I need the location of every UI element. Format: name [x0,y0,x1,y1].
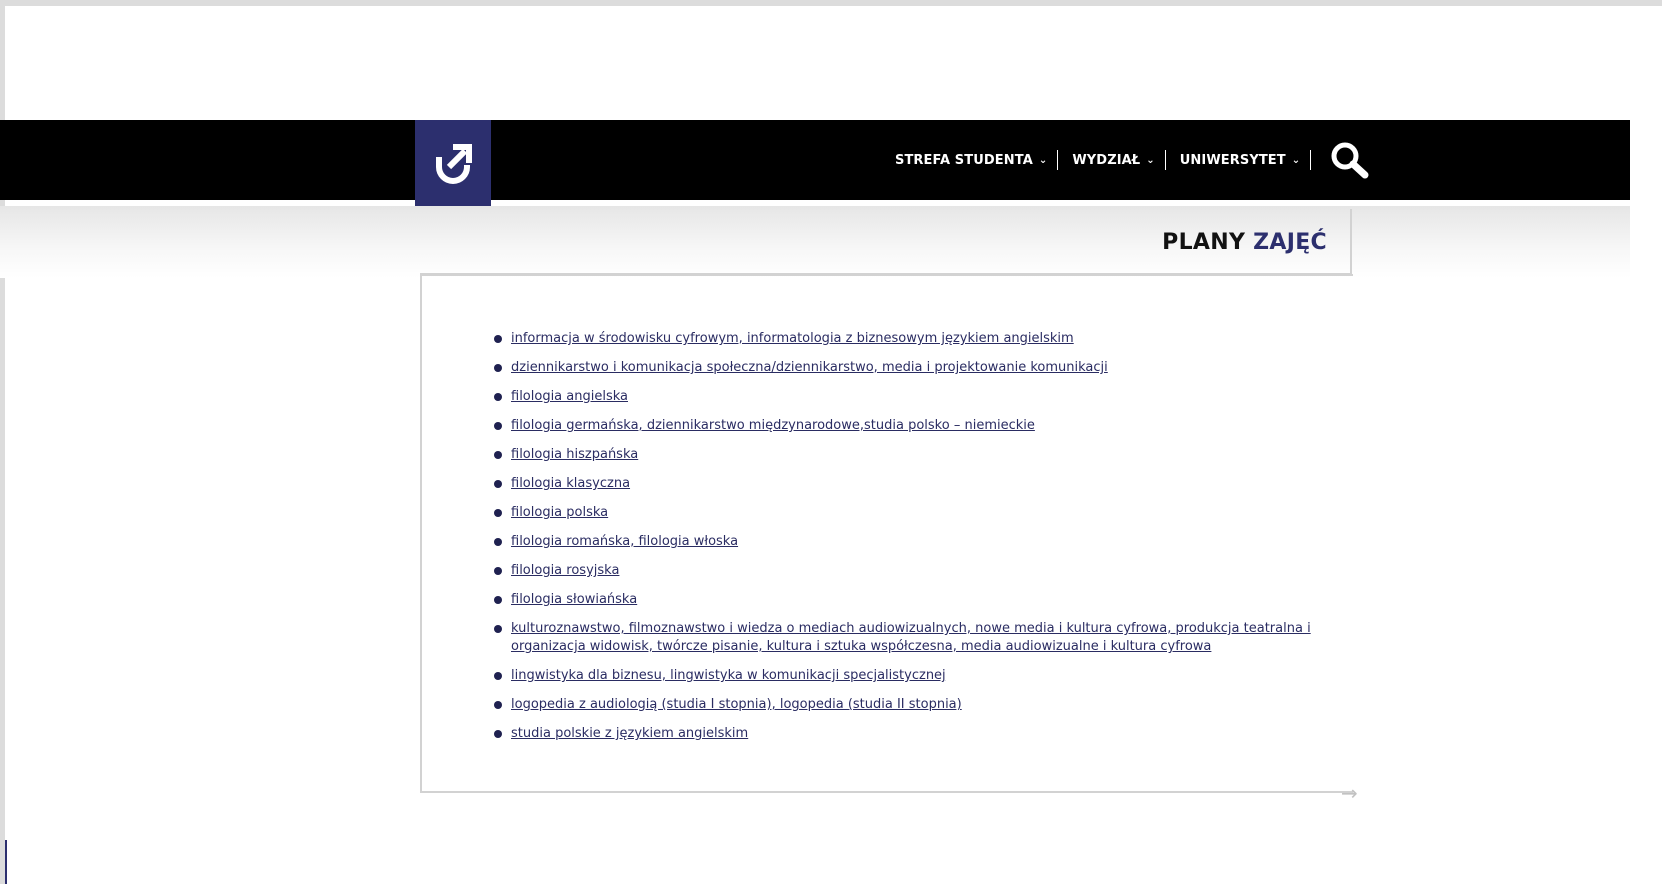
search-button[interactable] [1329,140,1371,180]
page-title: PLANY ZAJĘĆ [1162,230,1327,255]
list-item: logopedia z audiologią (studia I stopnia… [494,696,1314,714]
chevron-down-icon: ⌄ [1291,154,1301,166]
program-link[interactable]: filologia klasyczna [511,476,630,491]
list-item: filologia klasyczna [494,475,1314,493]
program-link[interactable]: filologia germańska, dziennikarstwo międ… [511,418,1035,433]
content-box: informacja w środowisku cyfrowym, inform… [420,274,1353,793]
program-link[interactable]: informacja w środowisku cyfrowym, inform… [511,331,1074,346]
list-item: filologia romańska, filologia włoska [494,533,1314,551]
program-link[interactable]: dziennikarstwo i komunikacja społeczna/d… [511,360,1108,375]
study-programs-list: informacja w środowisku cyfrowym, inform… [494,330,1314,754]
program-link[interactable]: filologia polska [511,505,608,520]
page-title-part1: PLANY [1162,230,1246,255]
nav-divider [1310,150,1312,170]
page-title-part2: ZAJĘĆ [1253,230,1327,255]
chevron-down-icon: ⌄ [1038,154,1048,166]
nav-divider [1164,150,1166,170]
list-item: dziennikarstwo i komunikacja społeczna/d… [494,359,1314,377]
list-item: filologia angielska [494,388,1314,406]
list-item: filologia polska [494,504,1314,522]
program-link[interactable]: filologia słowiańska [511,592,637,607]
page-title-box: PLANY ZAJĘĆ [420,209,1352,275]
university-logo[interactable] [415,120,491,206]
edge-marker [5,840,7,884]
program-link[interactable]: studia polskie z językiem angielskim [511,726,748,741]
chevron-down-icon: ⌄ [1146,154,1155,166]
list-item: informacja w środowisku cyfrowym, inform… [494,330,1314,348]
main-nav: STREFA STUDENTA ⌄ WYDZIAŁ ⌄ UNIWERSYTET … [895,120,1371,200]
arrow-right-icon: → [1341,781,1358,805]
list-item: filologia germańska, dziennikarstwo międ… [494,417,1314,435]
nav-item-strefa-studenta[interactable]: STREFA STUDENTA ⌄ [895,153,1047,168]
program-link[interactable]: lingwistyka dla biznesu, lingwistyka w k… [511,668,946,683]
search-icon [1331,142,1369,179]
list-item: filologia rosyjska [494,562,1314,580]
nav-divider [1057,150,1059,170]
nav-label: UNIWERSYTET [1179,152,1286,168]
nav-label: WYDZIAŁ [1072,152,1141,168]
list-item: lingwistyka dla biznesu, lingwistyka w k… [494,667,1314,685]
top-navigation-bar [0,120,1630,200]
program-link[interactable]: logopedia z audiologią (studia I stopnia… [511,697,962,712]
list-item: studia polskie z językiem angielskim [494,725,1314,743]
nav-label: STREFA STUDENTA [895,152,1033,168]
list-item: kulturoznawstwo, filmoznawstwo i wiedza … [494,620,1314,656]
program-link[interactable]: filologia romańska, filologia włoska [511,534,738,549]
list-item: filologia hiszpańska [494,446,1314,464]
list-item: filologia słowiańska [494,591,1314,609]
program-link[interactable]: filologia hiszpańska [511,447,638,462]
arrow-up-right-u-icon [436,144,472,184]
nav-item-uniwersytet[interactable]: UNIWERSYTET ⌄ [1180,153,1300,168]
program-link[interactable]: filologia angielska [511,389,628,404]
program-link[interactable]: filologia rosyjska [511,563,619,578]
nav-item-wydzial[interactable]: WYDZIAŁ ⌄ [1072,153,1154,168]
program-link[interactable]: kulturoznawstwo, filmoznawstwo i wiedza … [511,621,1311,654]
